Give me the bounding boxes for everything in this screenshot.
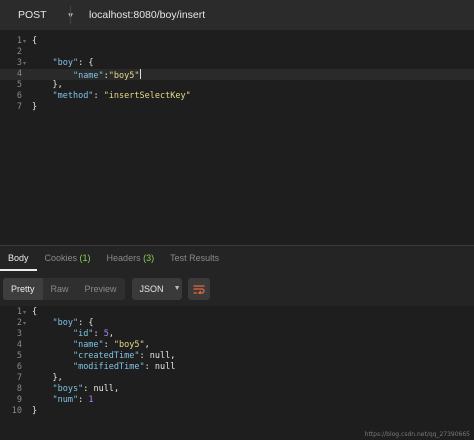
view-preview-button[interactable]: Preview (77, 278, 125, 300)
view-pretty-button[interactable]: Pretty (3, 277, 43, 300)
view-mode-group: Pretty Raw Preview (3, 277, 125, 300)
line-number: 4 (16, 69, 22, 79)
code-line: "boy": { (52, 58, 94, 68)
line-number: 9 (16, 395, 22, 405)
url-input[interactable]: localhost:8080/boy/insert (83, 9, 205, 21)
tab-headers[interactable]: Headers (3) (99, 253, 163, 271)
code-line: "name": "boy5", (72, 340, 150, 350)
code-line: "modifiedTime": null (72, 362, 176, 372)
tab-label: Test Results (170, 253, 220, 263)
tab-body[interactable]: Body (0, 253, 37, 271)
line-number: 3 (16, 329, 22, 339)
fold-arrow-icon[interactable]: ▾ (23, 318, 26, 329)
response-gutter: 1 ▾ 2 ▾ 3 4 5 6 7 8 9 10 (0, 306, 28, 440)
fold-arrow-icon[interactable]: ▾ (23, 58, 26, 69)
fold-arrow-icon[interactable]: ▾ (23, 36, 26, 47)
line-number: 1 (16, 307, 22, 317)
code-line: "num": 1 (52, 395, 94, 405)
tab-label: Headers (106, 253, 141, 263)
line-number: 7 (16, 373, 22, 383)
code-line: } (32, 406, 38, 416)
format-chevron-down-icon: ▼ (173, 285, 181, 292)
watermark: https://blog.csdn.net/qq_27390665 (364, 431, 470, 438)
wrap-lines-button[interactable] (187, 277, 210, 300)
line-number: 7 (16, 102, 22, 112)
tab-cookies[interactable]: Cookies (1) (37, 253, 99, 271)
response-code-area[interactable]: { "boy": { "id": 5, "name": "boy5", "cre… (28, 306, 474, 440)
format-label: JSON (139, 283, 164, 294)
code-line: "boy": { (52, 318, 94, 328)
request-code-area[interactable]: { "boy": { "name":"boy5" }, "method": "i… (28, 30, 474, 245)
request-body-editor[interactable]: 1 ▾ 2 3 ▾ 4 5 6 7 { "boy": { "name":"boy… (0, 30, 474, 245)
tab-label: Body (8, 253, 29, 263)
wrap-lines-icon (192, 284, 205, 294)
line-number: 6 (16, 362, 22, 372)
line-number: 1 (16, 36, 22, 46)
line-number: 4 (16, 340, 22, 350)
code-line: "createdTime": null, (72, 351, 176, 361)
method-label: POST (18, 9, 47, 21)
line-number: 8 (16, 384, 22, 394)
format-select[interactable]: JSON ▼ (131, 277, 182, 300)
method-select[interactable]: POST ▼ (0, 0, 75, 30)
line-number: 3 (16, 58, 22, 68)
view-raw-button[interactable]: Raw (43, 278, 77, 300)
line-number: 2 (16, 47, 22, 57)
code-line: { (32, 36, 38, 46)
tab-count-badge: (1) (79, 253, 91, 263)
line-number: 5 (16, 351, 22, 361)
request-divider (70, 6, 71, 24)
request-gutter: 1 ▾ 2 3 ▾ 4 5 6 7 (0, 30, 28, 245)
code-line: }, (32, 373, 63, 383)
tab-test-results[interactable]: Test Results (162, 253, 227, 271)
code-line: "method": "insertSelectKey" (52, 91, 191, 101)
response-tabs: Body Cookies (1) Headers (3) Test Result… (0, 245, 474, 271)
request-bar: POST ▼ localhost:8080/boy/insert (0, 0, 474, 30)
response-body-viewer[interactable]: 1 ▾ 2 ▾ 3 4 5 6 7 8 9 10 { "boy": { "id"… (0, 306, 474, 440)
code-line: { (32, 307, 38, 317)
tab-count-badge: (3) (143, 253, 155, 263)
line-number: 5 (16, 80, 22, 90)
tab-label: Cookies (44, 253, 78, 263)
code-line: "boys": null, (52, 384, 120, 394)
line-number: 6 (16, 91, 22, 101)
response-toolbar: Pretty Raw Preview JSON ▼ (0, 271, 474, 306)
code-line: } (32, 102, 38, 112)
line-number: 2 (16, 318, 22, 328)
line-number: 10 (11, 406, 22, 416)
code-line: "id": 5, (72, 329, 114, 339)
fold-arrow-icon[interactable]: ▾ (23, 307, 26, 318)
code-line: }, (32, 80, 63, 90)
